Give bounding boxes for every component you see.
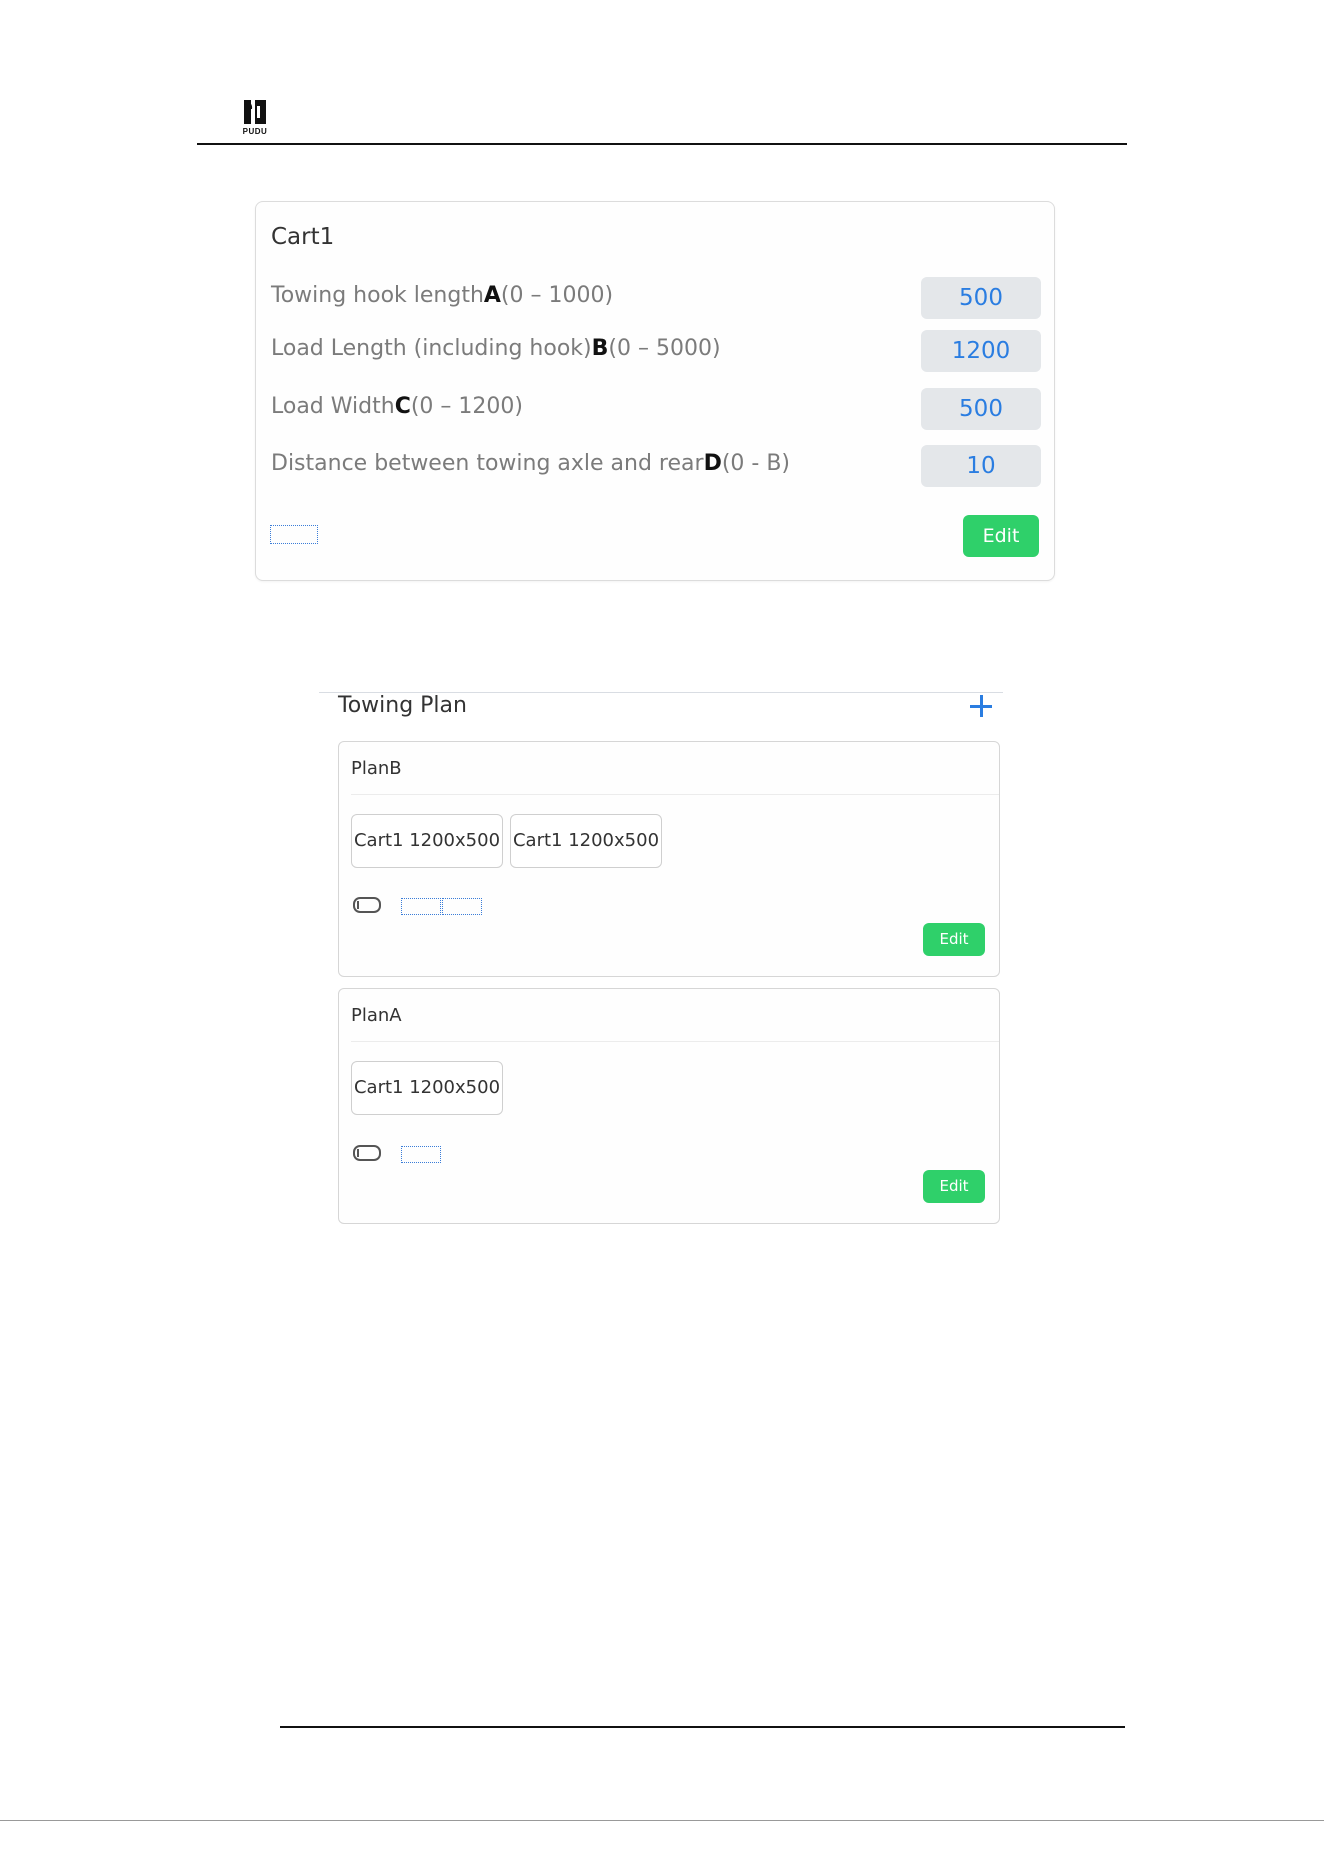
plan-card-planb: PlanB Cart1 1200x500 Cart1 1200x500 Edit [338,741,1000,977]
cart-preview-placeholder [442,898,482,915]
cart-preview-placeholder [401,1146,441,1163]
param-row-load-width: Load WidthC(0 – 1200) 500 [271,388,1041,430]
add-plan-plus-icon[interactable] [969,694,993,718]
param-label: Load WidthC(0 – 1200) [271,394,523,419]
plan-card-plana: PlanA Cart1 1200x500 Edit [338,988,1000,1224]
plan-name: PlanB [351,758,402,779]
load-length-input[interactable]: 1200 [921,330,1041,372]
param-row-towing-hook-length: Towing hook lengthA(0 – 1000) 500 [271,277,1041,319]
cart-preview-placeholder [270,525,318,544]
plan-cart-chip[interactable]: Cart1 1200x500 [351,814,503,868]
axle-rear-distance-input[interactable]: 10 [921,445,1041,487]
logo-text: PUDU [242,127,268,136]
param-label: Distance between towing axle and rearD(0… [271,451,791,476]
plan-cart-chip[interactable]: Cart1 1200x500 [510,814,662,868]
plana-edit-button[interactable]: Edit [923,1170,985,1203]
planb-edit-button[interactable]: Edit [923,923,985,956]
plan-divider [351,1041,999,1042]
pudu-logo: PUDU [238,98,272,138]
footer-rule [280,1726,1125,1728]
towing-vehicle-icon [353,1145,381,1161]
cart-edit-button[interactable]: Edit [963,515,1039,557]
param-label: Towing hook lengthA(0 – 1000) [271,283,614,308]
page-bottom-line [0,1820,1324,1821]
param-row-axle-rear-distance: Distance between towing axle and rearD(0… [271,445,1041,487]
cart-title: Cart1 [271,224,335,250]
param-row-load-length: Load Length (including hook)B(0 – 5000) … [271,330,1041,372]
load-width-input[interactable]: 500 [921,388,1041,430]
plan-cart-chip[interactable]: Cart1 1200x500 [351,1061,503,1115]
cart-card: Cart1 Towing hook lengthA(0 – 1000) 500 … [255,201,1055,581]
towing-vehicle-icon [353,897,381,913]
pudu-logo-icon [244,100,266,124]
towing-plan-title: Towing Plan [338,693,467,718]
plan-divider [351,794,999,795]
header-rule [197,143,1127,145]
towing-hook-length-input[interactable]: 500 [921,277,1041,319]
plan-name: PlanA [351,1005,402,1026]
param-label: Load Length (including hook)B(0 – 5000) [271,336,721,361]
cart-preview-placeholder [401,898,441,915]
